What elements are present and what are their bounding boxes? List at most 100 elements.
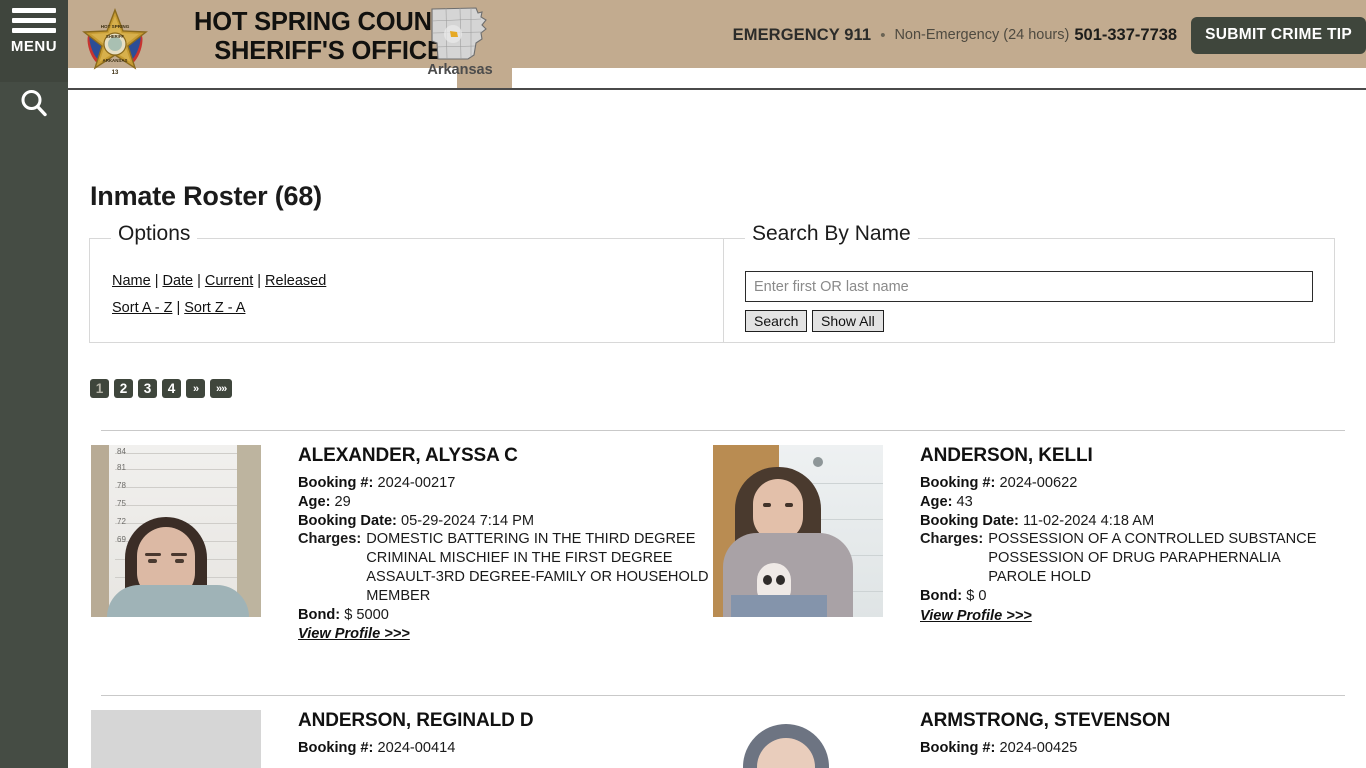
state-label: Arkansas (427, 62, 493, 78)
record-details: ARMSTRONG, STEVENSON Booking #: 2024-004… (920, 710, 1333, 758)
non-emergency-label: Non-Emergency (24 hours) (894, 27, 1070, 43)
inmate-name: ARMSTRONG, STEVENSON (920, 710, 1171, 731)
roster-divider (101, 695, 1345, 696)
roster-divider (101, 430, 1345, 431)
booking-number-label: Booking #: (920, 740, 996, 756)
main-content: Inmate Roster (68) Options Name | Date | Cur… (68, 90, 1366, 768)
menu-label: MENU (10, 38, 58, 55)
svg-text:HOT SPRING: HOT SPRING (101, 24, 130, 29)
page-title: Inmate Roster (68) (90, 181, 322, 212)
menu-toggle-button[interactable]: MENU (0, 8, 68, 74)
options-sort-row: Sort A - Z | Sort Z - A (112, 300, 245, 316)
age-label: Age: (920, 493, 953, 510)
option-separator: | (176, 300, 181, 316)
page-button-2[interactable]: 2 (114, 379, 133, 398)
view-profile-link[interactable]: View Profile >>> (298, 626, 410, 642)
inmate-name: ALEXANDER, ALYSSA C (298, 445, 518, 466)
non-emergency-phone[interactable]: 501-337-7738 (1074, 26, 1177, 45)
search-icon (21, 90, 47, 117)
search-button[interactable]: Search (745, 310, 808, 332)
charges-list: DOMESTIC BATTERING IN THE THIRD DEGREE C… (366, 530, 711, 605)
option-link-name[interactable]: Name (112, 273, 151, 289)
booking-number-label: Booking #: (920, 475, 996, 491)
search-by-name-panel: Search By Name Search Show All (723, 222, 1335, 343)
svg-text:ARKANSAS: ARKANSAS (103, 58, 128, 63)
option-link-released[interactable]: Released (265, 273, 326, 289)
record-details: ALEXANDER, ALYSSA C Booking #: 2024-0021… (298, 445, 711, 643)
record-details: ANDERSON, REGINALD D Booking #: 2024-004… (298, 710, 711, 758)
option-link-current[interactable]: Current (205, 273, 253, 289)
view-profile-link[interactable]: View Profile >>> (920, 608, 1032, 624)
booking-number-label: Booking #: (298, 475, 374, 491)
inmate-name: ANDERSON, KELLI (920, 445, 1093, 466)
option-link-date[interactable]: Date (162, 273, 193, 289)
svg-text:13: 13 (112, 70, 119, 76)
booking-date-value: 11-02-2024 4:18 AM (1022, 512, 1155, 529)
booking-number-value: 2024-00414 (377, 740, 456, 756)
bond-line: Bond: $ 5000 (298, 606, 711, 625)
page-button-3[interactable]: 3 (138, 379, 157, 398)
svg-text:SHERIFF: SHERIFF (106, 34, 124, 39)
pagination: 1 2 3 4 » »» (90, 379, 233, 398)
age-value: 29 (334, 493, 351, 510)
search-input[interactable] (745, 271, 1313, 302)
charge-item: ASSAULT-3RD DEGREE-FAMILY OR HOUSEHOLD M… (366, 568, 709, 604)
photo-placeholder[interactable] (91, 710, 261, 768)
age-line: Age: 43 (920, 493, 1333, 512)
bond-value: $ 0 (966, 587, 987, 604)
charge-item: PAROLE HOLD (988, 568, 1091, 585)
submit-crime-tip-button[interactable]: SUBMIT CRIME TIP (1191, 16, 1366, 54)
page-button-1[interactable]: 1 (90, 379, 109, 398)
search-panel-legend: Search By Name (745, 222, 918, 246)
option-separator: | (257, 273, 262, 289)
sidebar-search-button[interactable] (0, 82, 68, 124)
inmate-name: ANDERSON, REGINALD D (298, 710, 534, 731)
option-separator: | (154, 273, 159, 289)
charge-item: CRIMINAL MISCHIEF IN THE FIRST DEGREE (366, 550, 673, 567)
booking-date-label: Booking Date: (298, 512, 397, 529)
site-header: HOT SPRING SHERIFF ARKANSAS 13 HOT SPRIN… (68, 0, 1366, 90)
emergency-number-text: EMERGENCY 911 (732, 25, 872, 44)
page-last-button[interactable]: »» (210, 379, 233, 398)
page-button-4[interactable]: 4 (162, 379, 181, 398)
booking-number-line: Booking #: 2024-00622 (920, 474, 1333, 493)
options-panel-legend: Options (111, 222, 198, 246)
sheriff-star-badge-icon: HOT SPRING SHERIFF ARKANSAS 13 (76, 4, 154, 84)
hamburger-icon (0, 8, 68, 33)
show-all-button[interactable]: Show All (812, 310, 884, 332)
charges-label: Charges: (920, 531, 984, 548)
bond-value: $ 5000 (344, 606, 389, 623)
mugshot-photo[interactable]: 84 81 78 75 72 69 (91, 445, 261, 617)
booking-number-line: Booking #: 2024-00425 (920, 739, 1333, 758)
charge-item: DOMESTIC BATTERING IN THE THIRD DEGREE (366, 531, 696, 548)
age-label: Age: (298, 493, 331, 510)
left-sidebar: MENU (0, 0, 68, 768)
age-line: Age: 29 (298, 493, 711, 512)
mugshot-photo[interactable] (713, 445, 883, 617)
mugshot-photo[interactable] (713, 710, 883, 768)
booking-number-value: 2024-00622 (999, 475, 1078, 491)
booking-number-value: 2024-00217 (377, 475, 456, 491)
option-link-sort-za[interactable]: Sort Z - A (184, 300, 245, 316)
option-separator: | (197, 273, 201, 289)
charge-item: POSSESSION OF A CONTROLLED SUBSTANCE (988, 531, 1317, 548)
options-filter-row: Name | Date | Current | Released (112, 273, 326, 289)
booking-number-line: Booking #: 2024-00217 (298, 474, 711, 493)
charges-line: Charges: POSSESSION OF A CONTROLLED SUBS… (920, 530, 1333, 586)
charges-label: Charges: (298, 531, 362, 548)
options-panel: Options Name | Date | Current | Released Sort … (89, 222, 724, 343)
booking-number-line: Booking #: 2024-00414 (298, 739, 711, 758)
bond-label: Bond: (298, 606, 341, 623)
booking-date-line: Booking Date: 05-29-2024 7:14 PM (298, 512, 711, 531)
booking-number-value: 2024-00425 (999, 740, 1078, 756)
booking-number-label: Booking #: (298, 740, 374, 756)
charges-list: POSSESSION OF A CONTROLLED SUBSTANCE POS… (988, 530, 1316, 586)
option-link-sort-az[interactable]: Sort A - Z (112, 300, 172, 316)
header-contact-bar: EMERGENCY 911 • Non-Emergency (24 hours)… (733, 14, 1366, 56)
bond-label: Bond: (920, 587, 963, 604)
booking-date-value: 05-29-2024 7:14 PM (400, 512, 535, 529)
bond-line: Bond: $ 0 (920, 587, 1333, 606)
charge-item: POSSESSION OF DRUG PARAPHERNALIA (988, 550, 1281, 567)
booking-date-line: Booking Date: 11-02-2024 4:18 AM (920, 512, 1333, 531)
page-next-button[interactable]: » (186, 379, 205, 398)
